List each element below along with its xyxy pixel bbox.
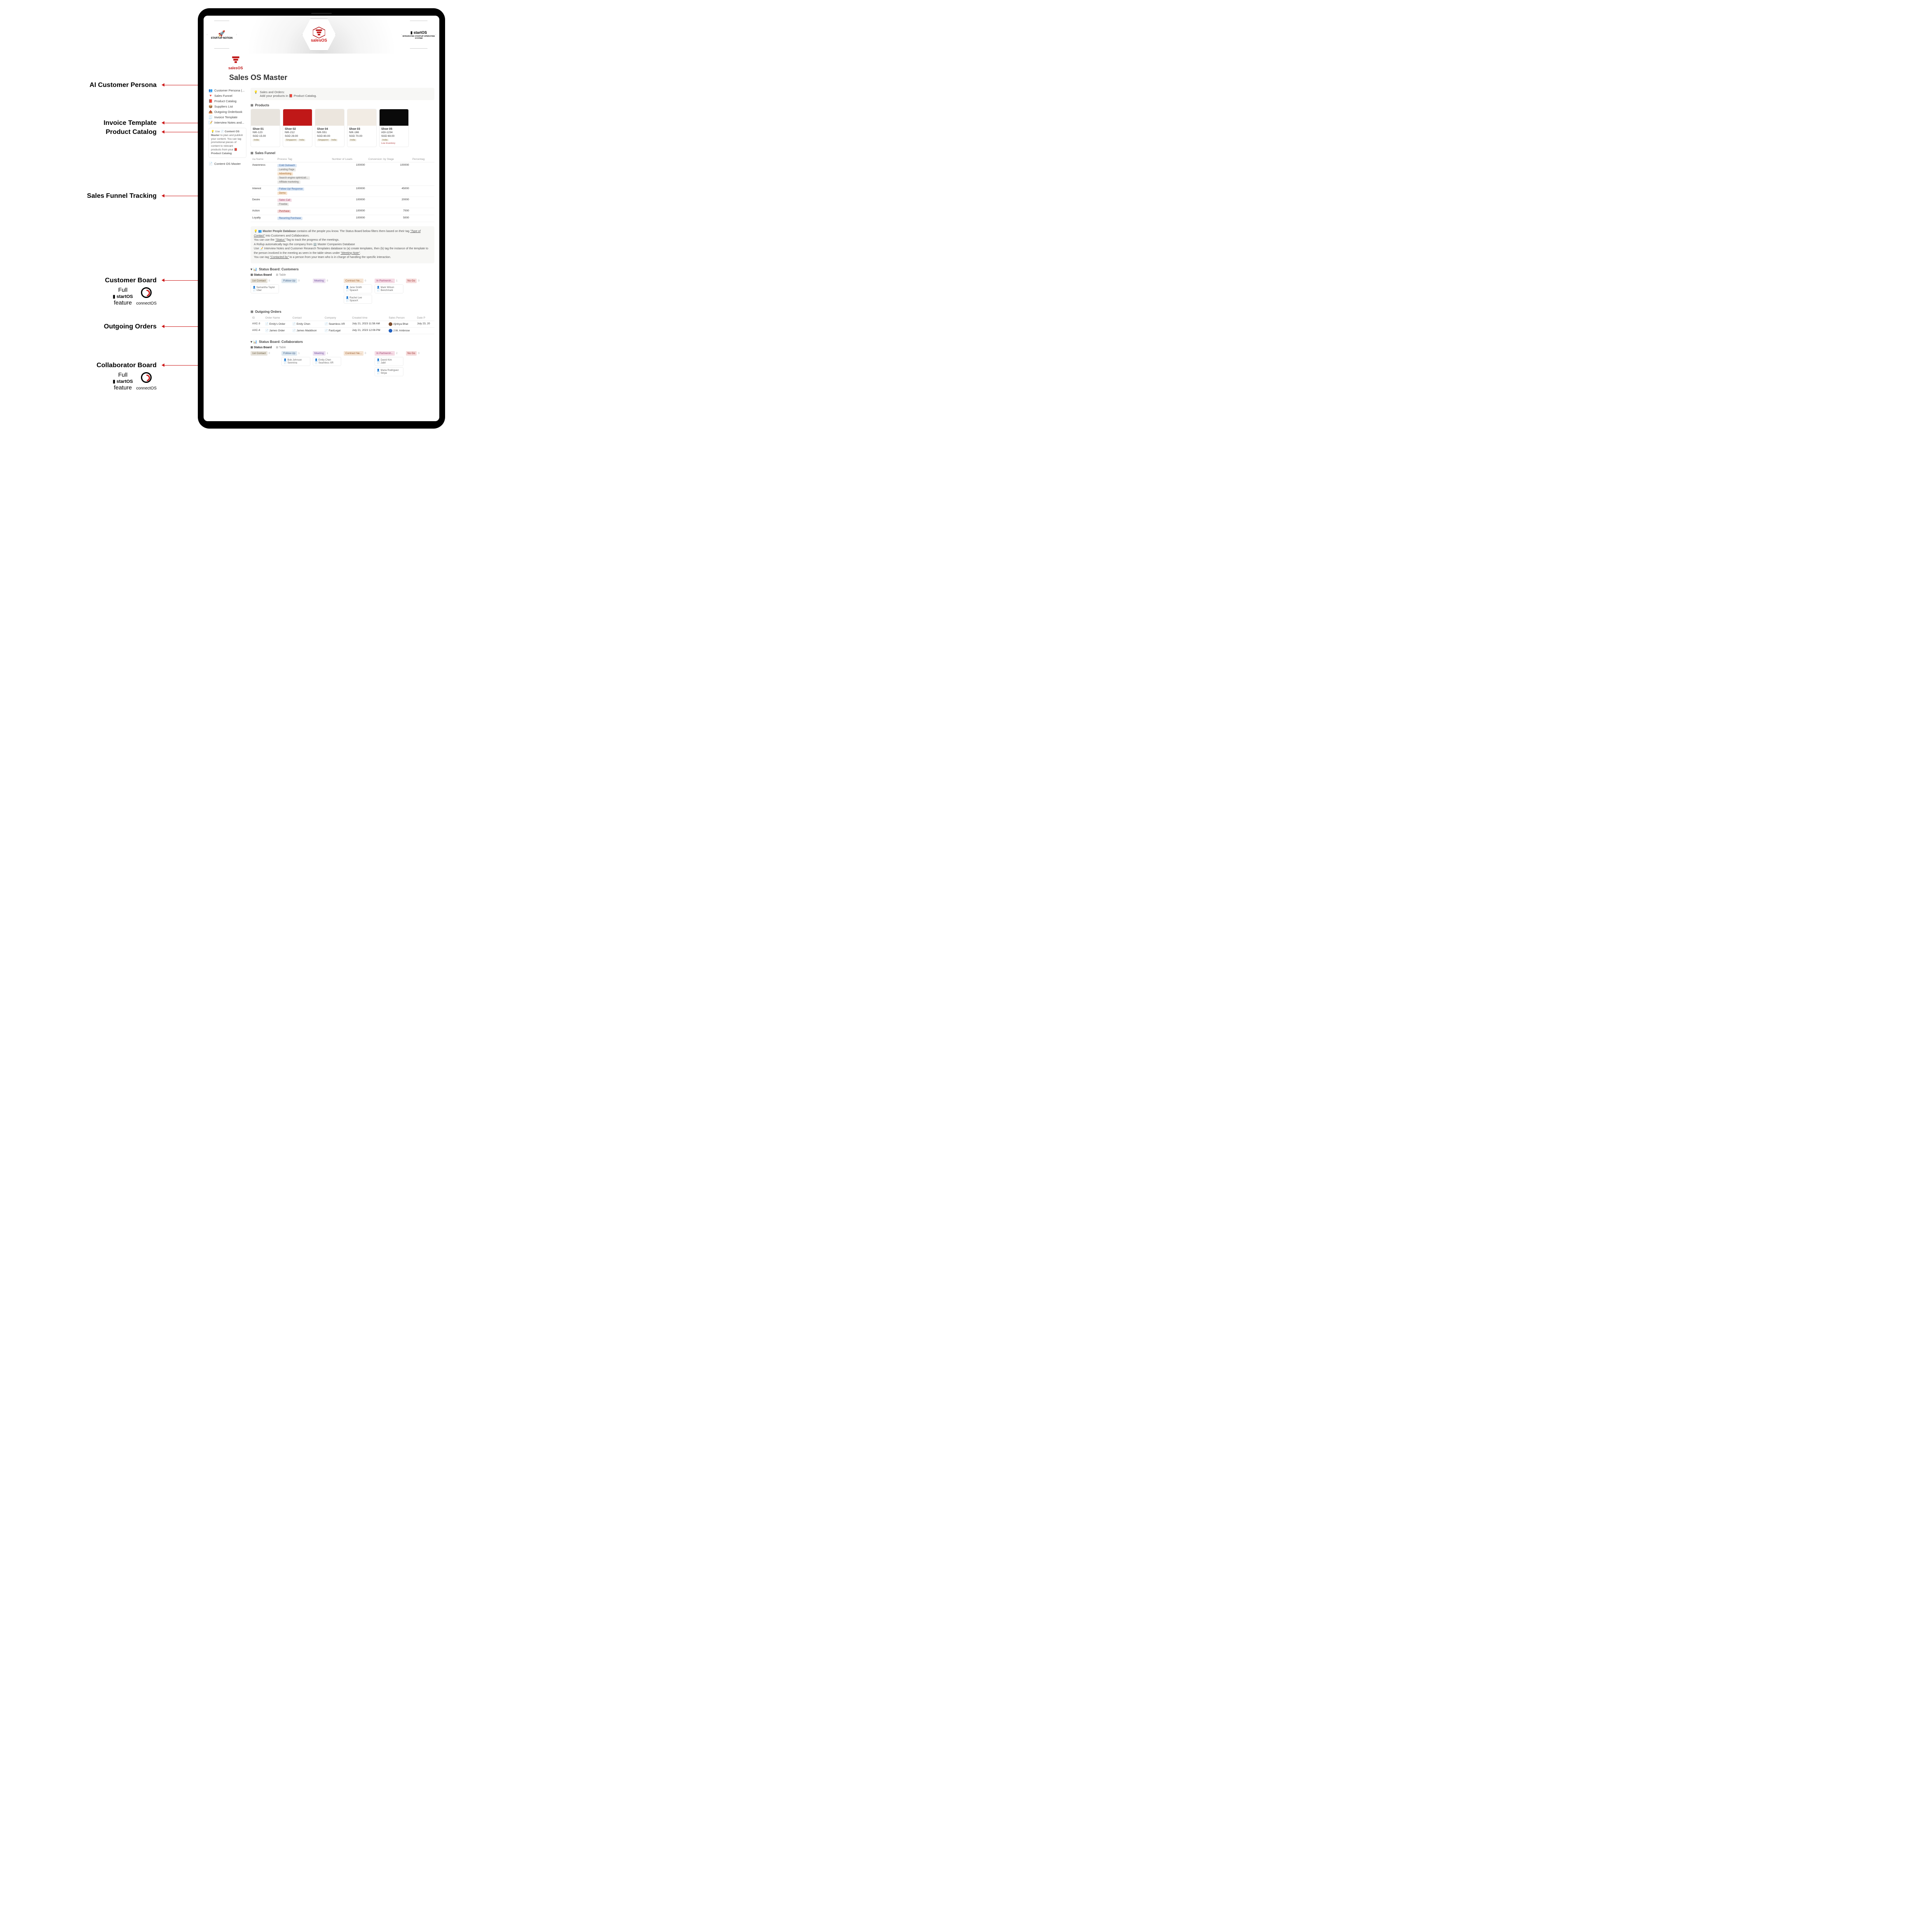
label-invoice: Invoice Template <box>8 120 157 127</box>
label-persona: AI Customer Persona <box>8 82 157 89</box>
sidebar-tip: 💡 Use 📄 Content OS Master to plan and pu… <box>209 128 246 158</box>
kanban-column: In Partnersh...1👤 Mark Wilson📄 Benchmark <box>375 279 403 305</box>
kanban-card[interactable]: 👤 Jane Smith📄 SpaceX <box>344 284 372 293</box>
label-catalog: Product Catalog <box>8 129 157 136</box>
kanban-column: In Partnersh...2👤 David Kim📄 Jabil👤 Mari… <box>375 351 403 377</box>
hex-center: salesOS <box>302 19 336 51</box>
tab-status-board-collab[interactable]: ⊞ Status Board <box>251 346 272 349</box>
connectos-icon <box>141 287 152 298</box>
funnel-table: Aa NameProcess TagNumber of LeadsConvers… <box>251 157 434 222</box>
kanban-column: No Go0 <box>406 279 434 305</box>
info-block: 💡 👥 Master People Database contains all … <box>251 226 434 263</box>
screen: 🚀 STARTUP NOTION salesOS ▮ startOS INTEG… <box>204 16 439 421</box>
label-orders: Outgoing Orders <box>8 323 157 331</box>
kanban-card[interactable]: 👤 Emily Chen📄 Seamless XR <box>313 357 341 366</box>
kanban-column: Follow-Up0 <box>281 279 310 305</box>
kanban-collaborators: 1st Contact0Follow-Up1👤 Bob Johnson📄 Sen… <box>251 351 434 377</box>
kanban-card[interactable]: 👤 David Kim📄 Jabil <box>375 357 403 366</box>
board-tabs-collab: ⊞ Status Board ⊞ Table <box>251 346 434 349</box>
main: 💡 Sales and Orders:Add your products in … <box>251 88 434 377</box>
sidebar-item[interactable]: 👥Customer Persona (... <box>209 88 246 93</box>
table-row[interactable]: LoyaltyRecurring Purchase1000005000 <box>251 215 434 222</box>
tab-status-board[interactable]: ⊞ Status Board <box>251 273 272 277</box>
tablet-frame: 🚀 STARTUP NOTION salesOS ▮ startOS INTEG… <box>198 8 445 429</box>
kanban-column: Contract Ne...0 <box>344 351 372 377</box>
kanban-card[interactable]: 👤 Bob Johnson📄 Senmina <box>281 357 310 366</box>
sidebar-item[interactable]: 📦Suppliers List <box>209 104 246 109</box>
products-heading: ⊞ Products <box>251 103 434 107</box>
table-row[interactable]: InterestFollow-Up/ ResponseDemo100000450… <box>251 186 434 197</box>
sidebar-item[interactable]: 📤Outgoing Orderbook <box>209 109 246 115</box>
products-row: Shoe 01NIK-123SGD 15.00 India Shoe 02NIK… <box>251 109 434 147</box>
kanban-column: Meeting0 <box>313 279 341 305</box>
board-collab-heading: ▾ 📊 Status Board: Collaborators <box>251 340 434 344</box>
kanban-card[interactable]: 👤 Samantha Taylor📄 Uber <box>251 284 279 293</box>
sidebar-item[interactable]: 🔻Sales Funnel <box>209 93 246 98</box>
product-card[interactable]: Shoe 01NIK-123SGD 15.00 India <box>251 109 280 147</box>
kanban-customers: 1st Contact0👤 Samantha Taylor📄 UberFollo… <box>251 279 434 305</box>
kanban-card[interactable]: 👤 Mark Wilson📄 Benchmark <box>375 284 403 293</box>
product-card[interactable]: Shoe 03NIK-166SGD 70.00 India <box>347 109 377 147</box>
label-collab: Collaborator Board Full ▮ startOS featur… <box>8 362 157 391</box>
product-card[interactable]: Shoe 02NIK-212SGD 29.00 SingaporeIndia <box>283 109 312 147</box>
sidebar: 👥Customer Persona (...🔻Sales Funnel📕Prod… <box>209 88 246 377</box>
sidebar-item[interactable]: 🧾Invoice Template <box>209 115 246 120</box>
sidebar-master-link[interactable]: 📄Content OS Master <box>209 161 246 166</box>
kanban-column: Follow-Up1👤 Bob Johnson📄 Senmina <box>281 351 310 377</box>
logo-strip: salesOS <box>228 55 243 70</box>
table-row[interactable]: ActionPurchase1000007000 <box>251 208 434 215</box>
table-row[interactable]: AXC-3📄 Emily's Order📄 Emily Chen📄 Seamle… <box>251 321 434 327</box>
product-card[interactable]: Shoe 05ADI-1234SGD 69.00 India Low Inven… <box>379 109 409 147</box>
kanban-card[interactable]: 👤 Maria Rodriguez📄 Stripe <box>375 367 403 376</box>
table-row[interactable]: AwarenessCold OutreachLanding PageAdvert… <box>251 162 434 186</box>
kanban-column: No Go0 <box>406 351 434 377</box>
label-funnel: Sales Funnel Tracking <box>8 192 157 200</box>
board-tabs: ⊞ Status Board ⊞ Table <box>251 273 434 277</box>
sidebar-item[interactable]: 📝Interview Notes and... <box>209 120 246 125</box>
table-row[interactable]: AXC-4📄 James Order📄 James Maddison📄 Fast… <box>251 327 434 334</box>
callout-sales: 💡 Sales and Orders:Add your products in … <box>251 88 434 100</box>
hex-left: 🚀 STARTUP NOTION <box>207 21 237 49</box>
funnel-heading: ⊞ Sales Funnel <box>251 151 434 155</box>
banner: 🚀 STARTUP NOTION salesOS ▮ startOS INTEG… <box>204 16 439 54</box>
funnel-small-icon <box>230 55 242 66</box>
orders-heading: ⊞ Outgoing Orders <box>251 310 434 314</box>
page-title: Sales OS Master <box>229 73 434 82</box>
hex-right: ▮ startOS INTEGRATED STARTUP OPERATING S… <box>401 21 436 49</box>
content: Sales OS Master 👥Customer Persona (...🔻S… <box>204 73 439 377</box>
sidebar-item[interactable]: 📕Product Catalog <box>209 98 246 104</box>
funnel-icon <box>313 27 325 38</box>
table-row[interactable]: DesireSales CallFreebie10000020000 <box>251 197 434 208</box>
label-customers: Customer Board Full ▮ startOS feature co… <box>8 277 157 306</box>
kanban-column: Meeting1👤 Emily Chen📄 Seamless XR <box>313 351 341 377</box>
connectos-icon <box>141 372 152 383</box>
tab-table-collab[interactable]: ⊞ Table <box>276 346 286 349</box>
kanban-column: 1st Contact0 <box>251 351 279 377</box>
orders-table: IDOrder NameContactCompanyCreated timeSa… <box>251 315 434 334</box>
kanban-column: Contract Ne...0👤 Jane Smith📄 SpaceX👤 Rac… <box>344 279 372 305</box>
kanban-column: 1st Contact0👤 Samantha Taylor📄 Uber <box>251 279 279 305</box>
tab-table[interactable]: ⊞ Table <box>276 273 286 277</box>
product-card[interactable]: Shoe 04NIK-551SGD 80.00 SingaporeIndia <box>315 109 345 147</box>
kanban-card[interactable]: 👤 Rachel Lee📄 SpaceX <box>344 295 372 304</box>
board-customers-heading: ▾ 📊 Status Board: Customers <box>251 267 434 271</box>
